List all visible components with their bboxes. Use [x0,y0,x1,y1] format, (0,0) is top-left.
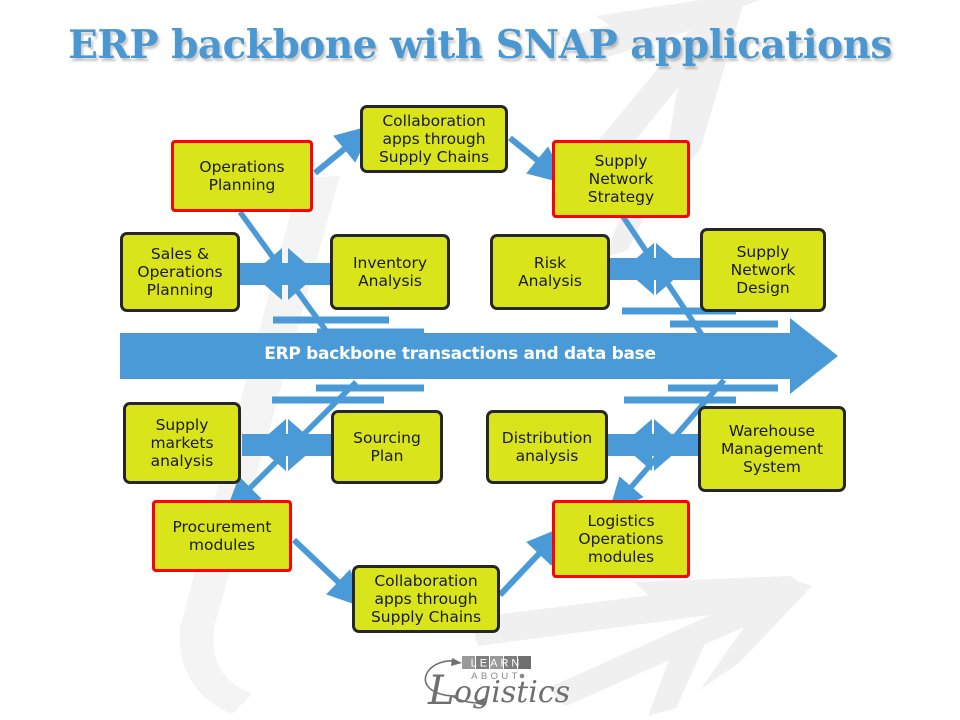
node-supply-network-strategy[interactable]: Supply Network Strategy [552,140,690,218]
node-sales-operations-planning[interactable]: Sales & Operations Planning [120,232,240,312]
node-label: Warehouse Management System [720,421,824,477]
node-distribution-analysis[interactable]: Distribution analysis [486,410,608,484]
arrow-pair-supplymarkets-sourcingplan [242,419,332,471]
node-procurement-modules[interactable]: Procurement modules [152,500,292,572]
node-supply-markets-analysis[interactable]: Supply markets analysis [123,402,241,484]
node-risk-analysis[interactable]: Risk Analysis [490,234,610,310]
node-label: Operations Planning [199,157,285,194]
erp-backbone-arrow [120,318,838,394]
page-title: ERP backbone with SNAP applications [68,22,892,68]
node-supply-network-design[interactable]: Supply Network Design [700,228,826,312]
arrow-pair-sales-inventory [240,248,330,300]
slide-canvas: ERP backbone with SNAP applications ERP … [0,0,960,720]
node-label: Collaboration apps through Supply Chains [370,571,482,627]
node-collaboration-apps-bottom[interactable]: Collaboration apps through Supply Chains [352,565,500,633]
link-collaboration-bottom-to-logistics-modules [497,526,566,598]
node-operations-planning[interactable]: Operations Planning [171,140,313,212]
node-label: Distribution analysis [501,428,593,465]
backbone-stub-connectors [272,307,778,404]
learn-about-logistics-logo: LEARN ABOUT L ogistics [424,656,570,714]
link-collaboration-top-to-supply-network-strategy [508,135,567,185]
link-operations-planning-to-collaboration-top [313,124,374,176]
node-inventory-analysis[interactable]: Inventory Analysis [330,234,450,310]
arrow-pair-distribution-warehouse [608,419,698,471]
node-label: Inventory Analysis [352,253,428,290]
node-logistics-operations-modules[interactable]: Logistics Operations modules [552,500,690,578]
backbone-label: ERP backbone transactions and data base [264,344,656,364]
logo-learn-text: LEARN [471,658,523,670]
node-collaboration-apps-top[interactable]: Collaboration apps through Supply Chains [360,105,508,173]
node-label: Sales & Operations Planning [137,244,223,300]
node-label: Collaboration apps through Supply Chains [378,111,490,167]
node-label: Risk Analysis [518,253,582,290]
node-sourcing-plan[interactable]: Sourcing Plan [331,410,443,484]
node-label: Supply markets analysis [150,415,214,471]
node-label: Sourcing Plan [353,428,421,465]
node-label: Supply Network Strategy [587,151,655,207]
link-procurement-to-collaboration-bottom [291,537,366,609]
logo-l-glyph: L [427,668,455,714]
node-warehouse-management-system[interactable]: Warehouse Management System [698,406,846,492]
node-label: Logistics Operations modules [578,511,664,567]
arrow-pair-risk-supplynetworkdesign [610,243,700,295]
logo-logistics-text: ogistics [454,675,570,710]
node-label: Procurement modules [172,517,272,554]
node-label: Supply Network Design [730,242,796,298]
